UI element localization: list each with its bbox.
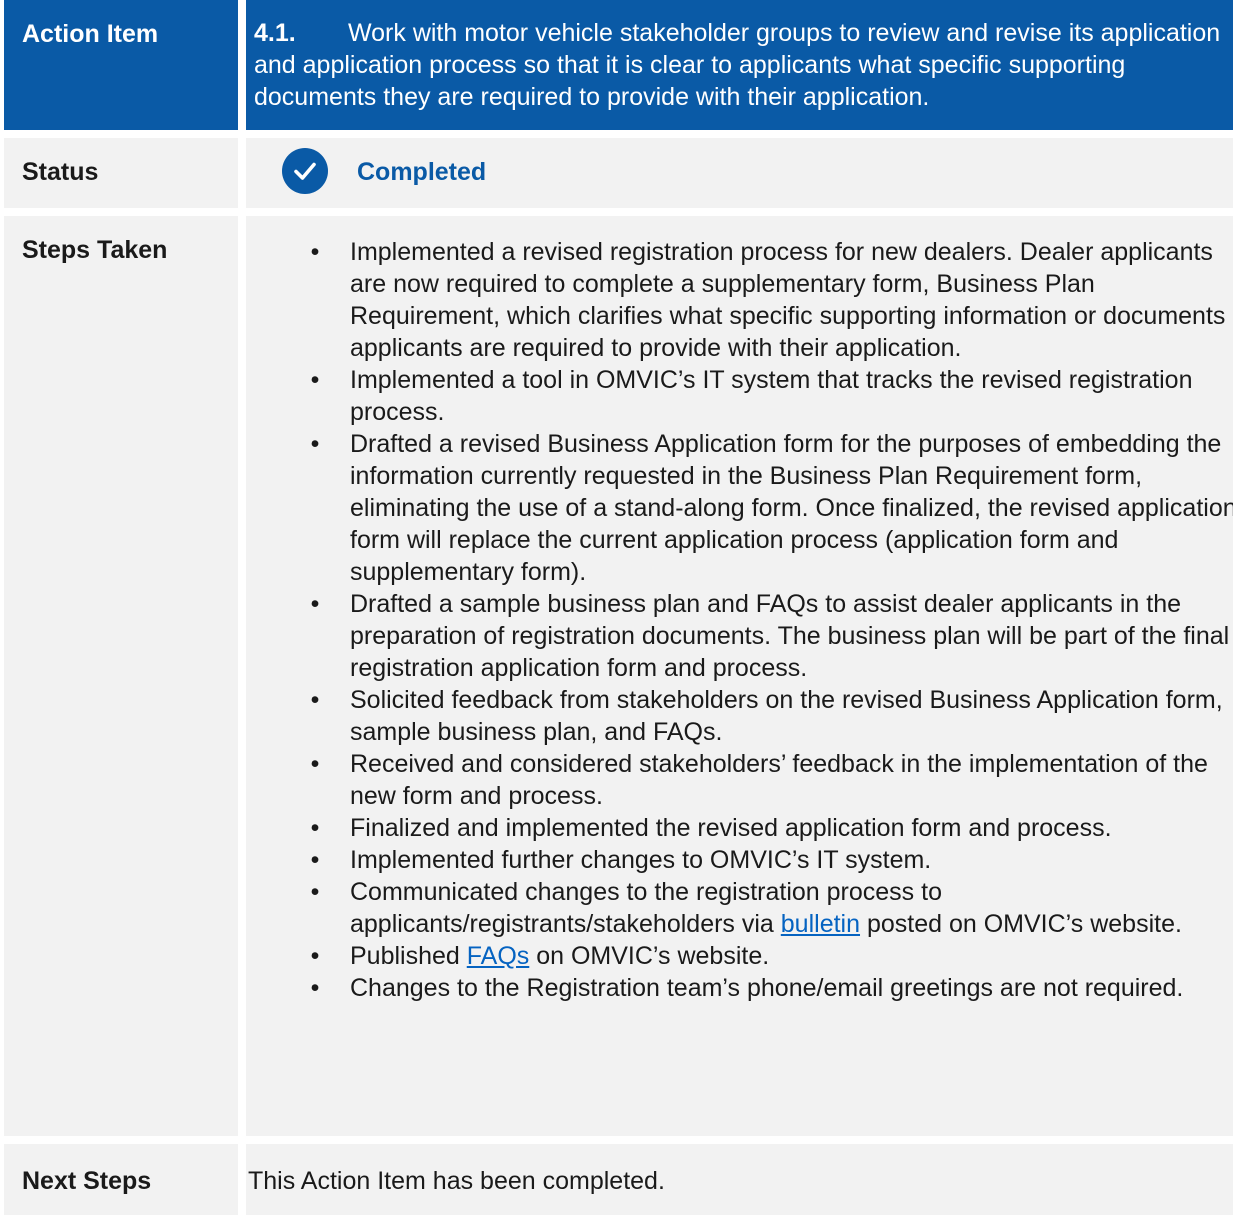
bullet-icon: • bbox=[310, 750, 320, 778]
bullet-icon: • bbox=[310, 430, 320, 458]
action-item-label: Action Item bbox=[22, 20, 159, 48]
steps-list: • Implemented a revised registration proc… bbox=[311, 236, 1233, 1004]
list-item: • Drafted a sample business plan and FAQs… bbox=[311, 588, 1233, 684]
status-value: Completed bbox=[357, 158, 487, 186]
list-item: • Finalized and implemented the revised a… bbox=[311, 812, 1233, 844]
list-item: • Implemented a tool in OMVIC’s IT system… bbox=[311, 364, 1233, 428]
next-steps-content-cell: This Action Item has been completed. bbox=[246, 1144, 1233, 1215]
steps-label: Steps Taken bbox=[22, 236, 168, 264]
status-label: Status bbox=[22, 158, 99, 186]
action-item-label-cell: Action Item bbox=[4, 0, 238, 130]
status-content-cell: Completed bbox=[246, 138, 1233, 208]
list-item: • Changes to the Registration team’s phon… bbox=[311, 972, 1233, 1004]
steps-content-cell: • Implemented a revised registration proc… bbox=[246, 216, 1233, 1136]
action-item-number: 4.1. bbox=[254, 19, 296, 47]
next-steps-text: This Action Item has been completed. bbox=[248, 1167, 665, 1195]
action-item-description: 4.1. Work with motor vehicle stakeholder … bbox=[254, 17, 1229, 113]
bullet-icon: • bbox=[310, 814, 320, 842]
action-item-text: Work with motor vehicle stakeholder grou… bbox=[254, 19, 1221, 111]
status-label-cell: Status bbox=[4, 138, 238, 208]
list-item: • Published FAQs on OMVIC’s website. bbox=[311, 940, 1233, 972]
faqs-link[interactable]: FAQs bbox=[467, 942, 530, 970]
bullet-icon: • bbox=[310, 846, 320, 874]
bullet-icon: • bbox=[310, 238, 320, 266]
bullet-icon: • bbox=[310, 686, 320, 714]
steps-label-cell: Steps Taken bbox=[4, 216, 238, 1136]
list-item: • Implemented further changes to OMVIC’s … bbox=[311, 844, 1233, 876]
list-item: • Received and considered stakeholders’ f… bbox=[311, 748, 1233, 812]
bulletin-link[interactable]: bulletin bbox=[781, 910, 860, 938]
next-steps-label: Next Steps bbox=[22, 1167, 152, 1195]
list-item: • Drafted a revised Business Application … bbox=[311, 428, 1233, 588]
check-circle-icon bbox=[282, 148, 328, 194]
bullet-icon: • bbox=[310, 974, 320, 1002]
bullet-icon: • bbox=[310, 878, 320, 906]
bullet-icon: • bbox=[310, 366, 320, 394]
list-item: • Implemented a revised registration proc… bbox=[311, 236, 1233, 364]
next-steps-label-cell: Next Steps bbox=[4, 1144, 238, 1215]
check-mark-icon bbox=[294, 162, 316, 180]
list-item: • Solicited feedback from stakeholders on… bbox=[311, 684, 1233, 748]
list-item: • Communicated changes to the registratio… bbox=[311, 876, 1233, 940]
action-item-content-cell: 4.1. Work with motor vehicle stakeholder … bbox=[246, 0, 1233, 130]
bullet-icon: • bbox=[310, 590, 320, 618]
bullet-icon: • bbox=[310, 942, 320, 970]
